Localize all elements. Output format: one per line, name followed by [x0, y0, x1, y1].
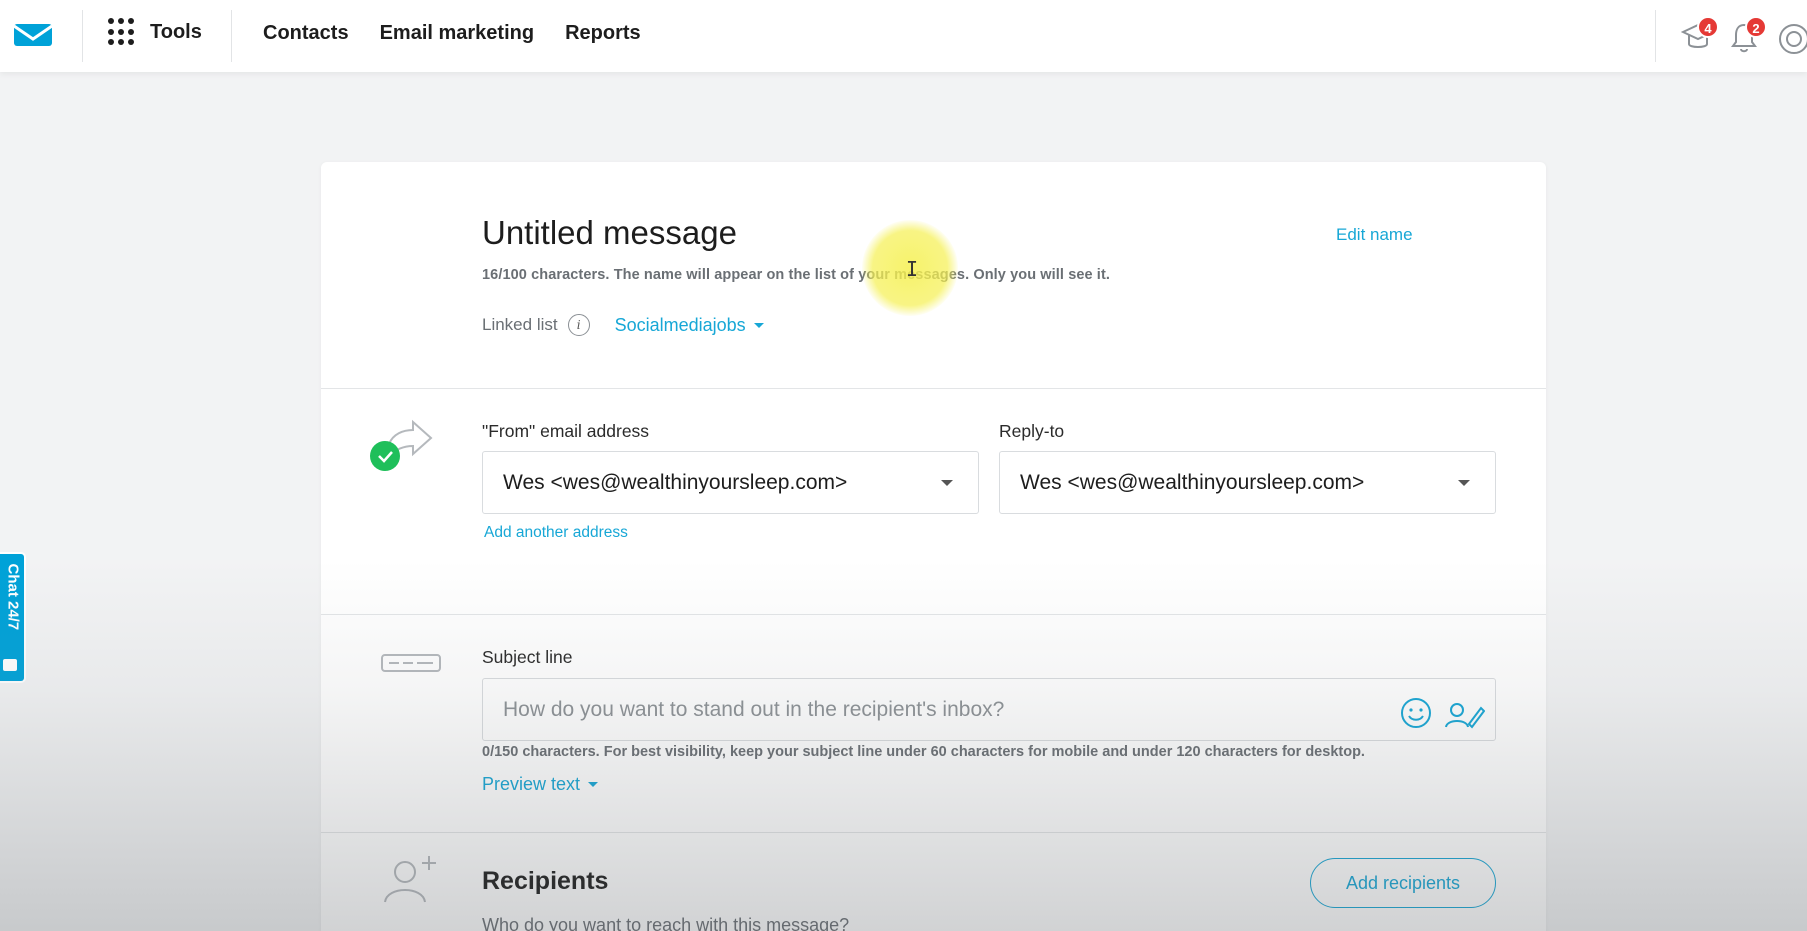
caret-down-icon — [588, 782, 599, 787]
add-another-address-link[interactable]: Add another address — [484, 524, 628, 542]
nav-right-icons: 4 2 — [1669, 14, 1807, 58]
from-section-icon — [369, 414, 439, 479]
notifications-badge: 2 — [1745, 16, 1767, 38]
preview-text-label: Preview text — [482, 774, 581, 794]
nav-link-contacts[interactable]: Contacts — [263, 22, 349, 45]
learning-center-button[interactable]: 4 — [1677, 16, 1719, 56]
recipients-title: Recipients — [482, 867, 609, 895]
linked-list-row: Linked list i Socialmediajobs — [482, 314, 764, 336]
tools-label: Tools — [150, 20, 202, 43]
subject-line-placeholder: How do you want to stand out in the reci… — [503, 698, 1005, 721]
caret-down-icon — [753, 322, 764, 328]
nav-divider — [1655, 10, 1656, 62]
notifications-button[interactable]: 2 — [1725, 16, 1767, 56]
reply-to-select[interactable]: Wes <wes@wealthinyoursleep.com> — [999, 451, 1496, 514]
dropdown-arrow-icon — [1458, 480, 1470, 486]
personalize-button[interactable] — [1443, 693, 1486, 754]
help-button[interactable] — [1773, 16, 1807, 56]
apps-grid-icon — [108, 18, 136, 46]
forward-arrow-icon — [370, 419, 433, 471]
subject-line-icon — [381, 654, 441, 672]
info-icon[interactable]: i — [567, 314, 590, 336]
reply-to-label: Reply-to — [999, 421, 1065, 441]
recipients-subtitle: Who do you want to reach with this messa… — [482, 915, 850, 931]
tools-menu-button[interactable]: Tools — [108, 18, 202, 46]
dropdown-arrow-icon — [941, 480, 953, 486]
edit-name-link[interactable]: Edit name — [1336, 225, 1413, 245]
add-recipients-button[interactable]: Add recipients — [1310, 858, 1496, 908]
linked-list-dropdown[interactable]: Socialmediajobs — [615, 315, 764, 336]
nav-divider — [82, 10, 83, 62]
nav-link-reports[interactable]: Reports — [565, 22, 641, 45]
reply-to-value: Wes <wes@wealthinyoursleep.com> — [1020, 471, 1365, 494]
recipients-section-icon — [383, 854, 439, 909]
linked-list-label: Linked list — [482, 315, 558, 334]
chat-label: Chat 24/7 — [4, 563, 22, 631]
linked-list-value: Socialmediajobs — [614, 314, 746, 335]
nav-link-email-marketing[interactable]: Email marketing — [380, 22, 535, 45]
from-address-select[interactable]: Wes <wes@wealthinyoursleep.com> — [482, 451, 979, 514]
learning-badge: 4 — [1697, 16, 1719, 38]
add-user-icon — [384, 856, 436, 903]
personalize-user-pen-icon — [1445, 703, 1486, 729]
subject-line-input[interactable]: How do you want to stand out in the reci… — [482, 678, 1496, 741]
section-divider — [321, 614, 1546, 615]
section-divider — [321, 388, 1546, 389]
subject-line-hint: 0/150 characters. For best visibility, k… — [482, 744, 1365, 760]
lifebuoy-icon — [1779, 24, 1807, 54]
from-label: "From" email address — [482, 421, 650, 441]
section-divider — [321, 832, 1546, 833]
nav-divider — [231, 10, 232, 62]
message-name-hint: 16/100 characters. The name will appear … — [482, 267, 1110, 283]
subject-section-icon — [381, 652, 441, 679]
message-title: Untitled message — [482, 214, 737, 251]
emoji-smile-icon — [1401, 698, 1431, 728]
top-navigation-bar: Tools Contacts Email marketing Reports 4… — [0, 0, 1807, 72]
chat-bubble-icon — [3, 659, 17, 671]
emoji-button[interactable] — [1399, 693, 1433, 754]
preview-text-toggle[interactable]: Preview text — [482, 774, 599, 795]
from-address-value: Wes <wes@wealthinyoursleep.com> — [503, 471, 848, 494]
subject-line-label: Subject line — [482, 647, 573, 667]
getresponse-logo-icon[interactable] — [12, 20, 54, 50]
chat-support-tab[interactable]: Chat 24/7 — [0, 552, 26, 683]
main-nav: Contacts Email marketing Reports — [263, 22, 672, 45]
message-settings-card: Untitled message Edit name 16/100 charac… — [321, 162, 1546, 931]
